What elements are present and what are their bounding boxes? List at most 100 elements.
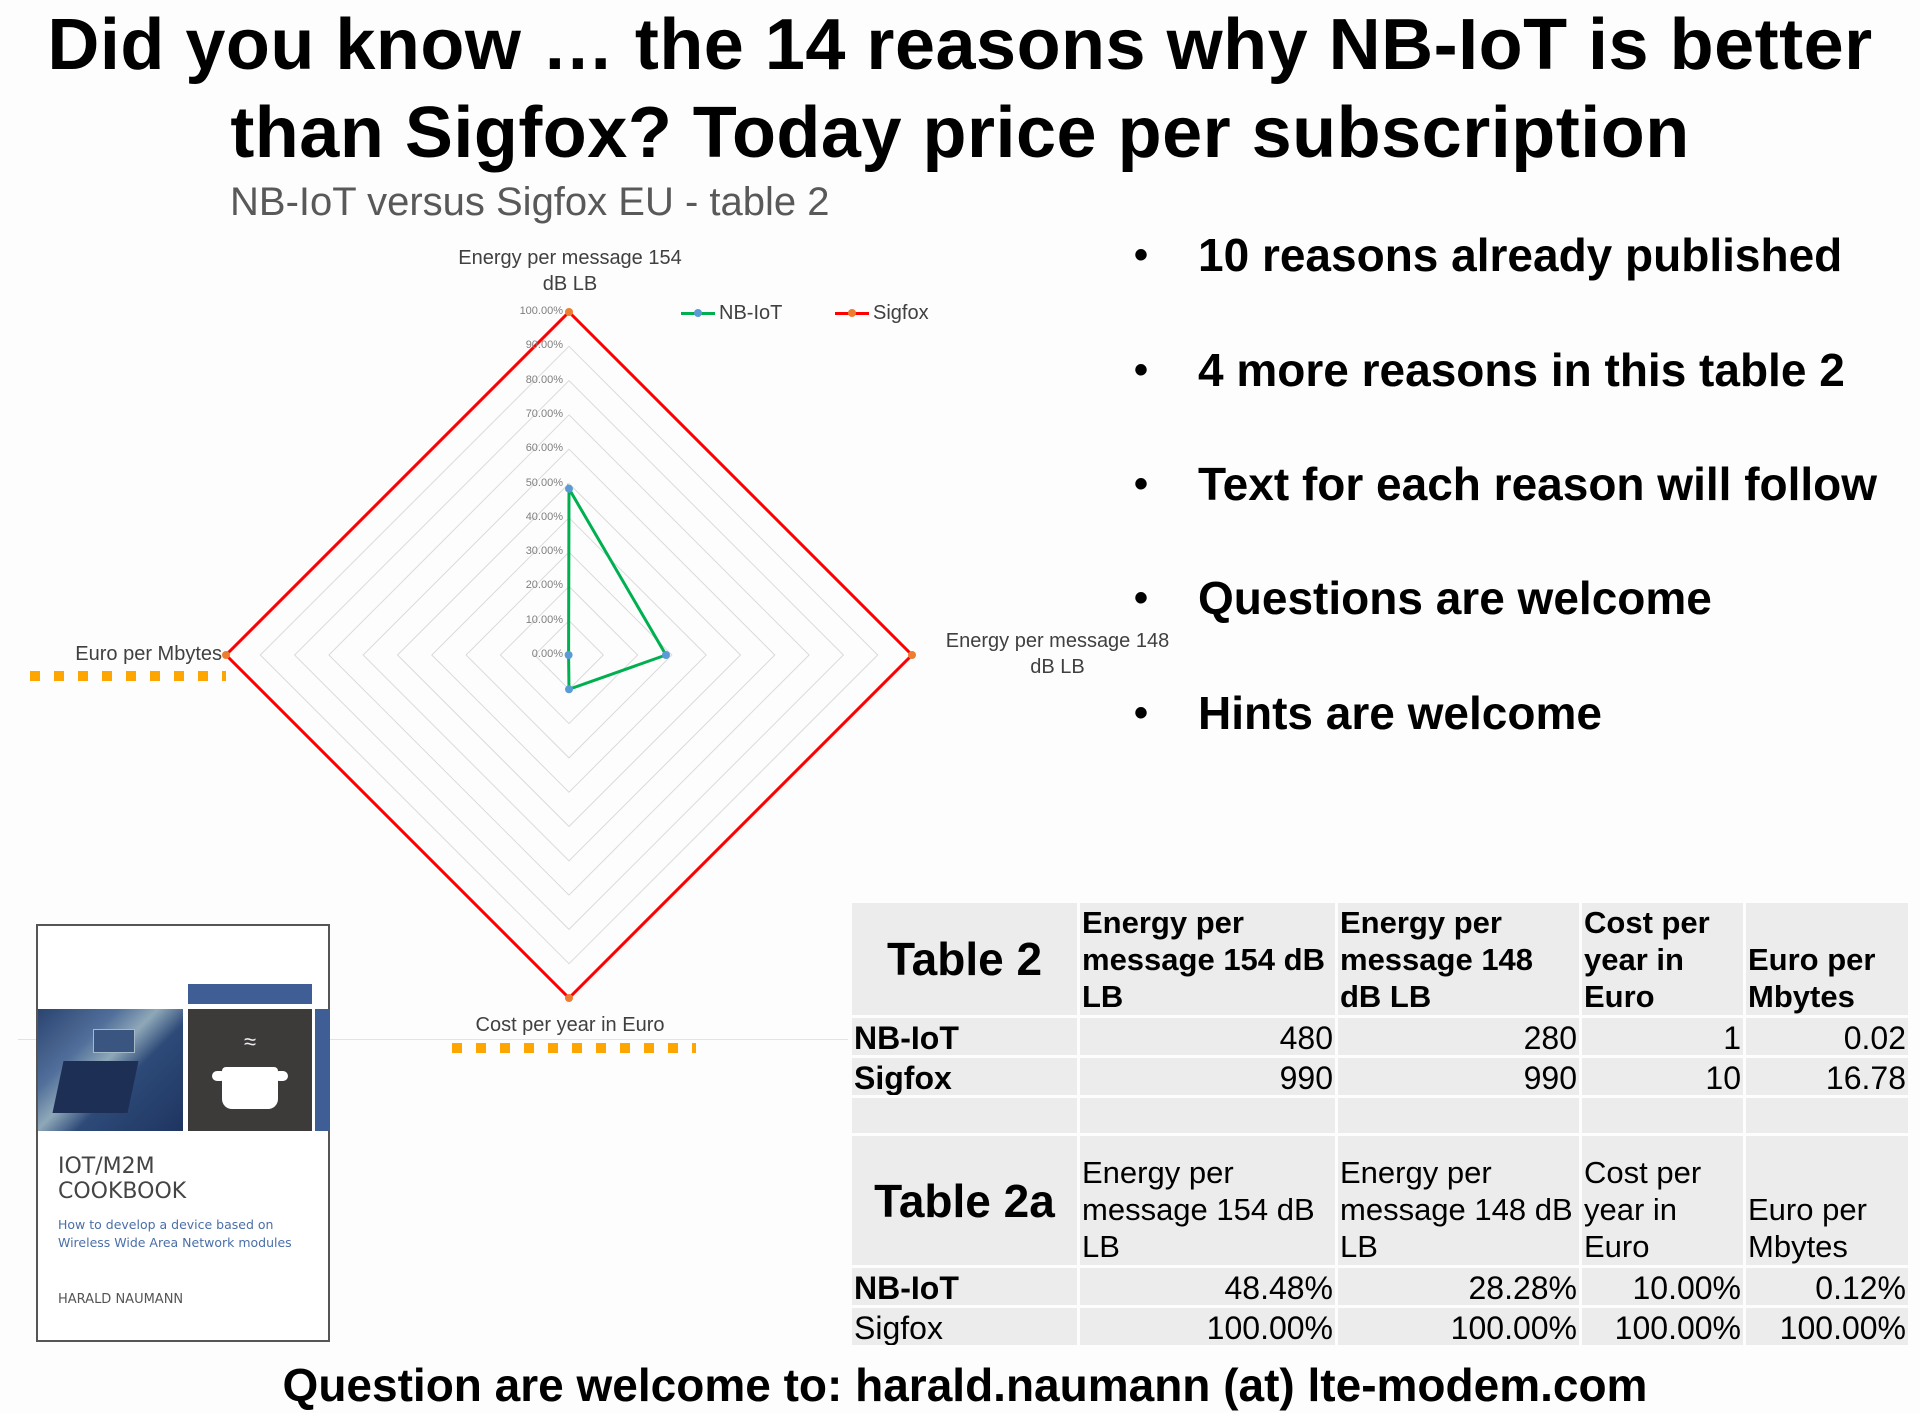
book-subtitle: How to develop a device based on Wireles…	[58, 1216, 292, 1252]
header-line: Euro per	[1748, 1192, 1867, 1227]
axis-label-energy-148: Energy per message 148 dB LB	[925, 628, 1190, 680]
table-cell: 100.00%	[1338, 1308, 1582, 1348]
table-cell: 10	[1582, 1058, 1746, 1098]
bullet-text: 10 reasons already published	[1198, 229, 1843, 281]
axis-label-line: Cost per year in Euro	[475, 1014, 665, 1036]
chip-shape	[93, 1029, 135, 1053]
data-point-nb-iot	[565, 685, 573, 694]
book-subtitle-line: How to develop a device based on	[58, 1217, 274, 1232]
radial-tick-label: 100.00%	[519, 305, 563, 317]
axis-label-line: Euro per Mbytes	[75, 643, 222, 665]
radar-grid-ring	[431, 517, 707, 793]
bullet-text: 4 more reasons in this table 2	[1198, 344, 1845, 396]
header-line: LB	[1340, 1229, 1378, 1264]
book-title: IOT/M2M COOKBOOK	[58, 1154, 186, 1204]
header-line: Energy per	[1082, 1155, 1234, 1190]
table2a-title: Table 2a	[852, 1136, 1080, 1268]
contact-footer: Question are welcome to: harald.naumann …	[282, 1359, 1648, 1411]
legend-nb-iot: NB-IoT	[681, 302, 782, 325]
table-cell-empty	[1338, 1098, 1582, 1136]
header-line: message 154 dB	[1082, 1192, 1315, 1227]
data-point-sigfox	[565, 994, 573, 1002]
table-cell-empty	[852, 1098, 1080, 1136]
radial-tick-label: 80.00%	[525, 373, 563, 386]
table2a-column-header: Cost per year in Euro	[1582, 1136, 1746, 1268]
book-title-line: COOKBOOK	[58, 1179, 187, 1204]
table2-header-row: Table 2 Energy per message 154 dB LB Ene…	[852, 903, 1908, 1018]
header-line: Euro	[1584, 979, 1655, 1014]
bullet-item: • Hints are welcome	[1130, 686, 1602, 740]
table2a-column-header: Euro per Mbytes	[1746, 1136, 1908, 1268]
data-tables: Table 2 Energy per message 154 dB LB Ene…	[852, 903, 1908, 1348]
table-cell: 280	[1338, 1018, 1582, 1058]
table2-column-header: Energy per message 148 dB LB	[1338, 903, 1582, 1018]
bullet-item: • Questions are welcome	[1130, 571, 1712, 625]
book-title-line: IOT/M2M	[58, 1154, 155, 1179]
radar-grid-ring	[328, 414, 810, 896]
header-line: Euro	[1584, 1229, 1650, 1264]
radar-grid-ring	[259, 345, 879, 965]
axis-label-line: Energy per message 148	[945, 630, 1170, 652]
table-row-blank	[852, 1098, 1908, 1136]
data-point-sigfox	[222, 651, 230, 659]
table-cell: 100.00%	[1746, 1308, 1908, 1348]
header-line: Mbytes	[1748, 979, 1855, 1014]
data-point-nb-iot	[565, 484, 573, 493]
legend-sigfox: Sigfox	[835, 302, 929, 325]
table-cell: 10.00%	[1582, 1268, 1746, 1308]
table-cell: 480	[1080, 1018, 1338, 1058]
header-line: Cost per	[1584, 1155, 1702, 1190]
book-author: HARALD NAUMANN	[58, 1292, 184, 1307]
table-cell-empty	[1080, 1098, 1338, 1136]
axis-label-line: Energy per message 154	[458, 247, 682, 269]
table2-column-header: Energy per message 154 dB LB	[1080, 903, 1338, 1018]
table-cell: 990	[1080, 1058, 1338, 1098]
bullet-icon: •	[1134, 232, 1149, 277]
radar-grid-ring	[225, 311, 913, 999]
header-line: Energy per	[1340, 905, 1502, 940]
radar-grid-ring	[362, 448, 776, 862]
row-label: Sigfox	[852, 1308, 1080, 1348]
axis-label-cost-per-year: Cost per year in Euro	[440, 1012, 700, 1038]
header-line: Energy per	[1082, 905, 1244, 940]
book-subtitle-line: Wireless Wide Area Network modules	[58, 1235, 292, 1250]
table-row: Sigfox 100.00% 100.00% 100.00% 100.00%	[852, 1308, 1908, 1348]
table-cell: 48.48%	[1080, 1268, 1338, 1308]
header-line: Mbytes	[1748, 1229, 1848, 1264]
header-line: message 148	[1340, 942, 1534, 977]
table2-column-header: Euro per Mbytes	[1746, 903, 1908, 1018]
axis-label-line: dB LB	[1030, 656, 1085, 678]
radar-grid-ring	[293, 379, 845, 931]
data-point-nb-iot	[662, 651, 671, 659]
chip-shape	[52, 1061, 139, 1113]
radial-tick-label: 70.00%	[525, 407, 563, 420]
bullet-icon: •	[1134, 461, 1149, 506]
radial-tick-label: 90.00%	[525, 339, 563, 352]
legend-label: NB-IoT	[719, 302, 783, 324]
book-cover-accent-bar	[315, 1009, 330, 1131]
header-line: Energy per	[1340, 1155, 1492, 1190]
bullet-item: • 4 more reasons in this table 2	[1130, 343, 1845, 397]
table-cell-empty	[1582, 1098, 1746, 1136]
chart-title: NB-IoT versus Sigfox EU - table 2	[230, 180, 830, 224]
steam-icon: ≈	[244, 1029, 257, 1054]
header-line: dB LB	[1340, 979, 1432, 1014]
bullet-item: • 10 reasons already published	[1130, 228, 1842, 282]
table-cell: 100.00%	[1080, 1308, 1338, 1348]
radial-tick-label: 30.00%	[525, 545, 563, 558]
highlight-dotted-line-cost-per-year	[452, 1043, 696, 1053]
table-cell: 0.12%	[1746, 1268, 1908, 1308]
radial-tick-label: 40.00%	[525, 510, 563, 523]
table-row: Sigfox 990 990 10 16.78	[852, 1058, 1908, 1098]
axis-label-euro-per-mbytes: Euro per Mbytes	[26, 641, 222, 667]
table-cell: 0.02	[1746, 1018, 1908, 1058]
axis-label-line: dB LB	[542, 273, 598, 295]
table-row: NB-IoT 480 280 1 0.02	[852, 1018, 1908, 1058]
table-cell: 16.78	[1746, 1058, 1908, 1098]
radial-tick-label: 20.00%	[525, 579, 563, 592]
header-line: LB	[1082, 979, 1124, 1014]
axis-label-energy-154: Energy per message 154 dB LB	[440, 245, 700, 297]
table2-column-header: Cost per year in Euro	[1582, 903, 1746, 1018]
legend-swatch-nb-iot	[681, 309, 715, 317]
header-line: message 154 dB	[1082, 942, 1325, 977]
